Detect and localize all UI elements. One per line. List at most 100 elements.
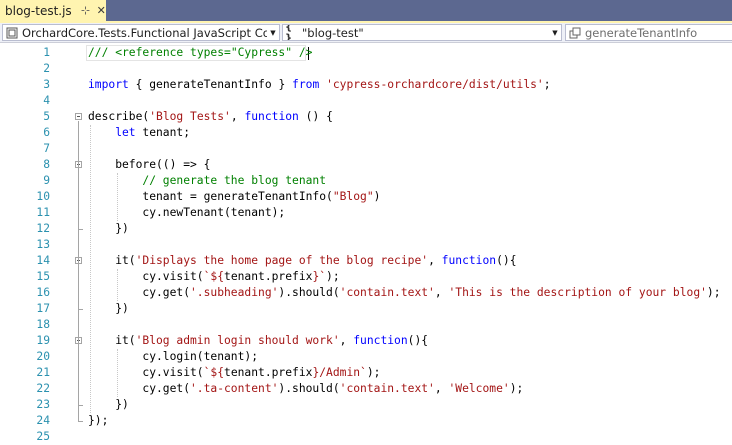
indent-guide <box>117 349 119 397</box>
line-number: 4 <box>43 94 50 107</box>
code-token: it( <box>115 254 136 267</box>
code-token: import <box>88 78 129 91</box>
code-line: 1 /// <reference types="Cypress" /> <box>0 45 732 61</box>
code-text: cy.newTenant(tenant); <box>142 205 285 221</box>
code-token: from <box>292 78 320 91</box>
line-number: 23 <box>36 398 50 411</box>
line-number: 8 <box>43 158 50 171</box>
code-token: '.subheading' <box>190 286 279 299</box>
member-dropdown[interactable]: generateTenantInfo <box>565 24 732 41</box>
collapse-icon[interactable] <box>75 113 82 120</box>
code-text: cy.get('.subheading').should('contain.te… <box>142 285 720 301</box>
code-token: }` <box>312 270 327 283</box>
code-line: 6 let tenant; <box>0 125 732 141</box>
line-number: 22 <box>36 382 50 395</box>
code-text: cy.login(tenant); <box>142 349 258 365</box>
code-text: tenant = generateTenantInfo("Blog") <box>142 189 380 205</box>
code-token: 'Displays the home page of the blog reci… <box>135 254 429 267</box>
code-line: 13 <box>0 237 732 253</box>
code-line: 3 import { generateTenantInfo } from 'cyp… <box>0 77 732 93</box>
code-token: ; <box>543 78 551 91</box>
fold-region-line <box>78 265 79 309</box>
line-number: 24 <box>36 414 50 427</box>
document-tab-strip: blog-test.js ⊹ ✕ <box>0 0 732 21</box>
line-number: 20 <box>36 350 50 363</box>
code-line: 8 before(() => { <box>0 157 732 173</box>
code-token: cy.get( <box>142 286 190 299</box>
code-token: before(() => { <box>115 158 211 171</box>
code-token: , <box>230 110 245 123</box>
code-line: 20 cy.login(tenant); <box>0 349 732 365</box>
code-text: /// <reference types="Cypress" /> <box>88 45 312 61</box>
fold-region-line <box>78 169 79 229</box>
code-token: describe( <box>88 110 150 123</box>
line-number: 3 <box>43 78 50 91</box>
code-token: cy.login(tenant); <box>142 350 259 363</box>
code-token: ) <box>373 190 381 203</box>
code-token: ); <box>366 366 381 379</box>
pin-icon[interactable]: ⊹ <box>81 4 91 17</box>
code-token: it( <box>115 334 136 347</box>
chevron-down-icon: ▼ <box>270 28 276 37</box>
code-line: 19 it('Blog admin login should work', fun… <box>0 333 732 349</box>
code-token: ); <box>509 382 524 395</box>
code-token: function <box>353 334 408 347</box>
code-editor[interactable]: 1 /// <reference types="Cypress" /> 2 3 impo… <box>0 43 732 443</box>
code-token: 'cypress-orchardcore/dist/utils' <box>326 78 544 91</box>
code-token: 'contain.text' <box>339 382 435 395</box>
code-token: }) <box>115 398 129 411</box>
line-number: 19 <box>36 334 50 347</box>
code-token: , <box>434 382 449 395</box>
code-token: () { <box>298 110 333 123</box>
code-token: 'Blog Tests' <box>149 110 231 123</box>
line-number: 15 <box>36 270 50 283</box>
code-token: cy.newTenant(tenant); <box>142 206 286 219</box>
code-line: 22 cy.get('.ta-content').should('contain.… <box>0 381 732 397</box>
line-number: 14 <box>36 254 50 267</box>
scope-dropdown-value: "blog-test" <box>302 25 364 40</box>
code-line: 4 <box>0 93 732 109</box>
fold-region-line <box>78 345 79 405</box>
code-token: `${ <box>203 366 225 379</box>
code-text: }); <box>88 413 108 429</box>
code-token: tenant.prefix <box>224 366 313 379</box>
code-line: 21 cy.visit(`${tenant.prefix}/Admin`); <box>0 365 732 381</box>
member-dropdown-value: generateTenantInfo <box>585 25 698 40</box>
fold-region-end <box>78 229 83 230</box>
code-token: tenant; <box>135 126 191 139</box>
braces-icon: { } <box>285 24 293 41</box>
code-token: , <box>428 254 442 267</box>
code-text: import { generateTenantInfo } from 'cypr… <box>88 77 551 93</box>
code-token: 'Welcome' <box>448 382 510 395</box>
code-text: }) <box>115 397 129 413</box>
code-line: 12}) <box>0 221 732 237</box>
code-token: '.ta-content' <box>190 382 279 395</box>
close-icon[interactable]: ✕ <box>96 4 106 17</box>
code-line: 17}) <box>0 301 732 317</box>
tab-title: blog-test.js <box>5 3 72 18</box>
code-token: 'This is the description of your blog' <box>448 286 707 299</box>
code-token: function <box>441 254 497 267</box>
code-token: /// <reference types="Cypress" /> <box>88 46 313 59</box>
line-number: 17 <box>36 302 50 315</box>
project-icon <box>5 27 19 39</box>
line-number: 11 <box>36 206 50 219</box>
line-number: 10 <box>36 190 50 203</box>
method-icon <box>568 27 582 39</box>
line-number: 1 <box>43 46 50 59</box>
line-number: 18 <box>36 318 50 331</box>
code-text: before(() => { <box>115 157 210 173</box>
project-dropdown[interactable]: OrchardCore.Tests.Functional JavaScript … <box>2 24 280 41</box>
fold-region-end <box>78 421 83 422</box>
tab-blog-test-js[interactable]: blog-test.js ⊹ ✕ <box>0 0 106 21</box>
code-token: tenant = generateTenantInfo( <box>142 190 333 203</box>
code-token: , <box>339 334 354 347</box>
code-token: cy.visit( <box>142 366 204 379</box>
code-token: let <box>115 126 136 139</box>
code-token: cy.visit( <box>142 270 204 283</box>
scope-dropdown[interactable]: { } "blog-test" ▼ <box>282 24 562 41</box>
code-token: }); <box>88 414 109 427</box>
code-token: , <box>434 286 449 299</box>
code-token: ).should( <box>278 286 340 299</box>
code-text: it('Displays the home page of the blog r… <box>115 253 516 269</box>
